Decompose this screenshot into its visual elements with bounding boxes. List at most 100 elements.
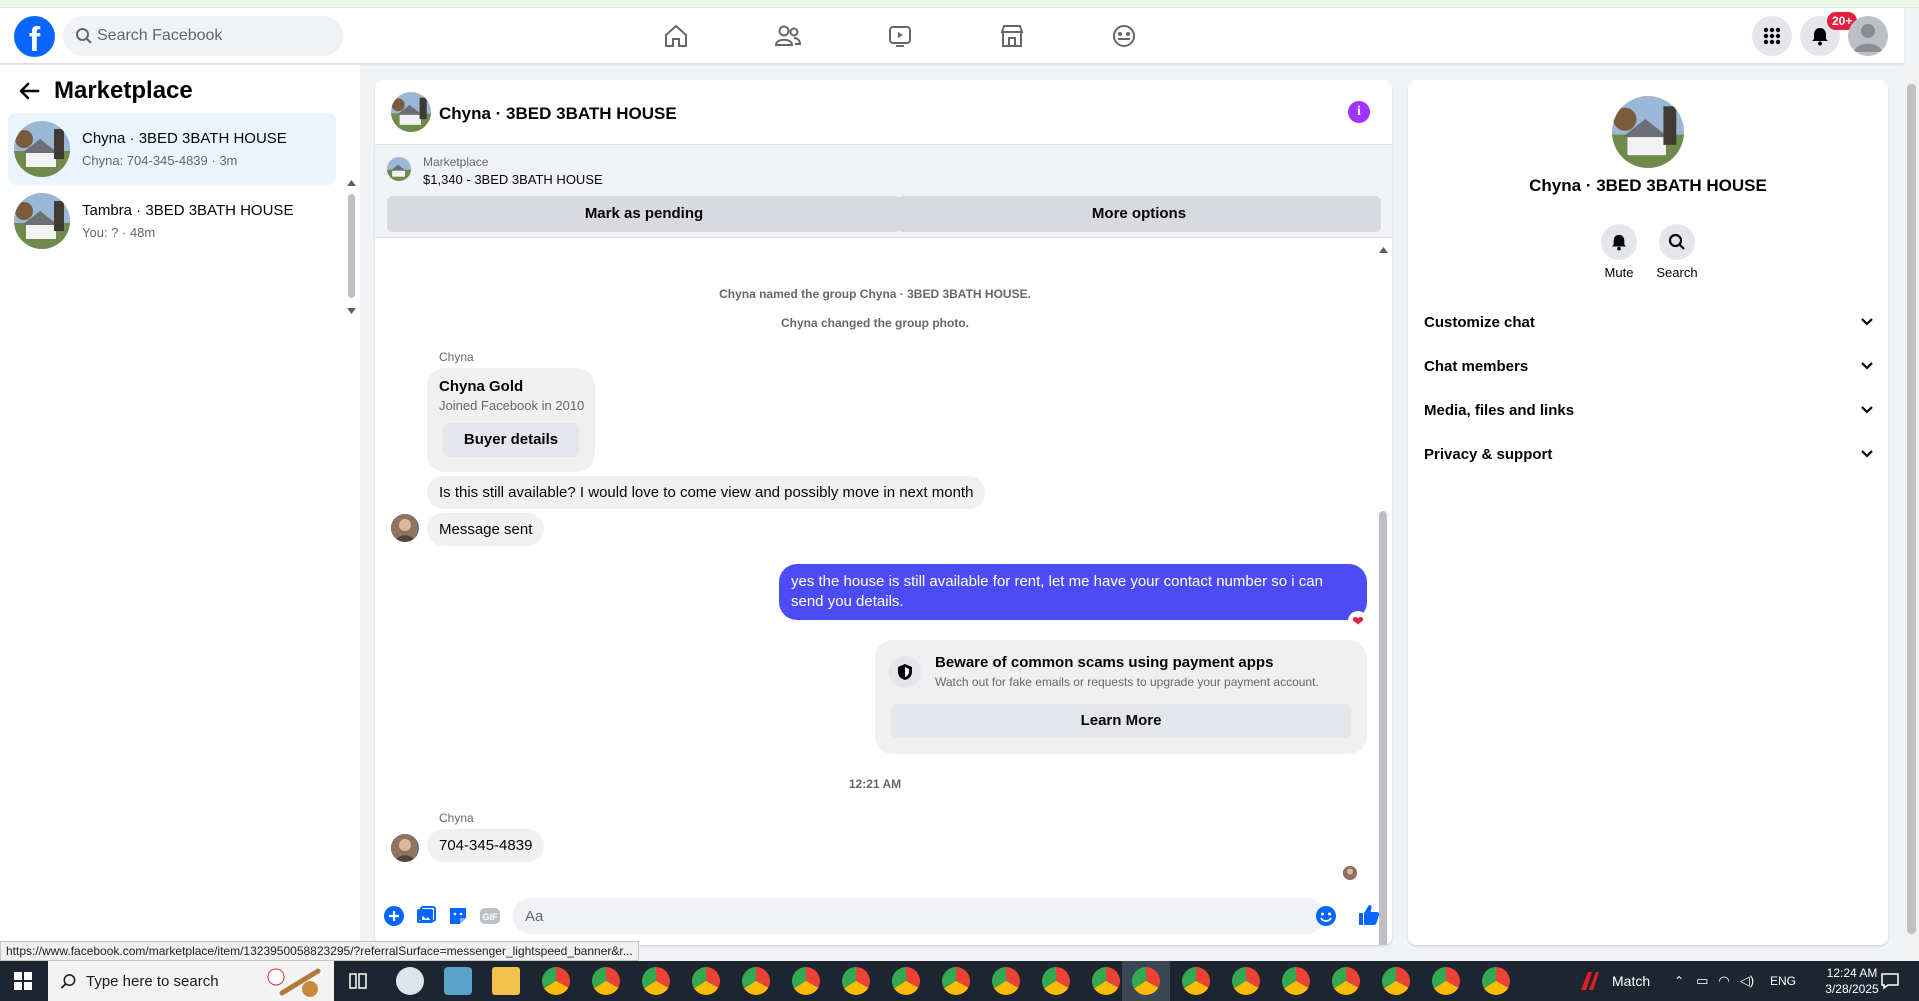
weather-widget[interactable]: Match: [1578, 961, 1650, 1001]
chrome-icon[interactable]: [542, 967, 570, 995]
chrome-icon[interactable]: [1382, 967, 1410, 995]
chrome-icon[interactable]: [742, 967, 770, 995]
chrome-icon[interactable]: [1092, 967, 1120, 995]
conversation-name: Chyna · 3BED 3BATH HOUSE: [82, 130, 287, 147]
section-label: Chat members: [1424, 357, 1529, 375]
chrome-icon[interactable]: [592, 967, 620, 995]
conversation-list-scrollbar[interactable]: [346, 180, 356, 320]
conversation-item[interactable]: Chyna · 3BED 3BATH HOUSE Chyna: 704-345-…: [8, 113, 336, 185]
buyer-info-card: Chyna Gold Joined Facebook in 2010 Buyer…: [427, 368, 595, 472]
gaming-nav-tab[interactable]: [1068, 14, 1180, 58]
page-scrollbar[interactable]: [1904, 64, 1919, 960]
left-header: Marketplace: [18, 77, 193, 105]
home-nav-tab[interactable]: [620, 14, 732, 58]
group-photo[interactable]: [391, 92, 431, 132]
scam-warning-title: Beware of common scams using payment app…: [935, 654, 1274, 671]
search-input[interactable]: [97, 16, 327, 56]
taskbar-search-input[interactable]: [86, 961, 256, 1001]
plus-circle-icon[interactable]: [383, 905, 405, 927]
scroll-up-icon[interactable]: [1379, 247, 1388, 253]
chrome-icon[interactable]: [642, 967, 670, 995]
chrome-icon[interactable]: [1042, 967, 1070, 995]
buyer-joined: Joined Facebook in 2010: [439, 398, 585, 413]
scrollbar-thumb[interactable]: [348, 194, 355, 298]
marketplace-listing-bar: Marketplace $1,340 - 3BED 3BATH HOUSE Ma…: [375, 144, 1392, 238]
sender-avatar[interactable]: [391, 514, 419, 542]
taskbar-search[interactable]: [48, 961, 334, 1001]
back-arrow-icon[interactable]: [18, 81, 40, 101]
facebook-logo-icon[interactable]: f: [14, 16, 55, 57]
search-in-chat-button[interactable]: Search: [1647, 224, 1707, 280]
emoji-icon[interactable]: [1315, 905, 1337, 927]
gif-icon[interactable]: GIF: [479, 905, 501, 927]
conversation-preview: You: ? · 48m: [82, 225, 156, 240]
chrome-icon[interactable]: [892, 967, 920, 995]
scrollbar-thumb[interactable]: [1907, 84, 1916, 934]
incoming-message[interactable]: 704-345-4839: [427, 829, 545, 862]
chrome-icon[interactable]: [1132, 967, 1160, 995]
learn-more-button[interactable]: Learn More: [891, 704, 1351, 738]
customize-chat-section[interactable]: Customize chat: [1424, 300, 1874, 344]
system-tray-icons[interactable]: ⌃ ▭ ◠ ◁): [1674, 961, 1754, 1001]
marketplace-nav-tab[interactable]: [956, 14, 1068, 58]
facebook-search[interactable]: [63, 16, 343, 56]
media-files-links-section[interactable]: Media, files and links: [1424, 388, 1874, 432]
sender-avatar[interactable]: [391, 834, 419, 862]
mark-as-pending-button[interactable]: Mark as pending: [387, 196, 901, 232]
sticker-icon[interactable]: [447, 905, 469, 927]
chrome-icon[interactable]: [992, 967, 1020, 995]
thumbs-up-icon[interactable]: [1357, 903, 1381, 927]
chrome-icon[interactable]: [1282, 967, 1310, 995]
listing-thumbnail[interactable]: [387, 157, 411, 181]
chrome-icon[interactable]: [1332, 967, 1360, 995]
buyer-details-button[interactable]: Buyer details: [443, 423, 579, 457]
privacy-support-section[interactable]: Privacy & support: [1424, 432, 1874, 476]
profile-silhouette-icon: [1854, 24, 1882, 52]
search-label: Search: [1656, 265, 1698, 280]
start-button[interactable]: [0, 961, 46, 1001]
chrome-icon[interactable]: [1432, 967, 1460, 995]
conversation-item[interactable]: Tambra · 3BED 3BATH HOUSE You: ? · 48m: [8, 185, 336, 257]
scrollbar-thumb[interactable]: [1379, 511, 1387, 945]
battery-icon[interactable]: ▭: [1696, 973, 1708, 989]
info-icon[interactable]: i: [1348, 101, 1370, 123]
chrome-icon[interactable]: [692, 967, 720, 995]
chat-members-section[interactable]: Chat members: [1424, 344, 1874, 388]
scroll-up-icon[interactable]: [347, 180, 356, 186]
scroll-down-icon[interactable]: [347, 308, 356, 314]
chat-title[interactable]: Chyna · 3BED 3BATH HOUSE: [439, 104, 677, 124]
chrome-icon[interactable]: [942, 967, 970, 995]
file-explorer-icon[interactable]: [492, 967, 520, 995]
photo-icon[interactable]: [415, 905, 437, 927]
mute-button[interactable]: Mute: [1589, 224, 1649, 280]
chrome-icon[interactable]: [1482, 967, 1510, 995]
volume-icon[interactable]: ◁): [1740, 973, 1754, 989]
wifi-icon[interactable]: ◠: [1718, 973, 1729, 989]
taskbar-app-icon[interactable]: [396, 967, 424, 995]
group-profile-photo[interactable]: [1612, 96, 1684, 168]
outgoing-message[interactable]: yes the house is still available for ren…: [779, 564, 1367, 620]
incoming-message[interactable]: Is this still available? I would love to…: [427, 476, 986, 509]
language-indicator[interactable]: ENG: [1770, 961, 1796, 1001]
account-avatar[interactable]: [1848, 16, 1888, 56]
task-view-icon[interactable]: [349, 973, 367, 989]
chrome-icon[interactable]: [1232, 967, 1260, 995]
chrome-icon[interactable]: [792, 967, 820, 995]
chat-scrollbar[interactable]: [1376, 245, 1390, 945]
video-nav-tab[interactable]: [844, 14, 956, 58]
chrome-icon[interactable]: [842, 967, 870, 995]
chrome-icon[interactable]: [1182, 967, 1210, 995]
message-input[interactable]: [513, 898, 1325, 934]
windows-taskbar: Match ⌃ ▭ ◠ ◁) ENG 12:24 AM 3/28/2025: [0, 961, 1919, 1001]
heart-reaction-icon[interactable]: ❤: [1348, 611, 1368, 631]
buyer-name: Chyna Gold: [439, 378, 524, 395]
chevron-up-icon[interactable]: ⌃: [1674, 974, 1684, 988]
incoming-message[interactable]: Message sent: [427, 513, 545, 546]
notification-center-button[interactable]: [1880, 961, 1900, 1001]
taskbar-app-icon[interactable]: [444, 967, 472, 995]
listing-price-title[interactable]: $1,340 - 3BED 3BATH HOUSE: [423, 172, 603, 187]
menu-button[interactable]: [1752, 16, 1792, 56]
friends-nav-tab[interactable]: [732, 14, 844, 58]
more-options-button[interactable]: More options: [897, 196, 1381, 232]
video-icon: [889, 26, 911, 47]
